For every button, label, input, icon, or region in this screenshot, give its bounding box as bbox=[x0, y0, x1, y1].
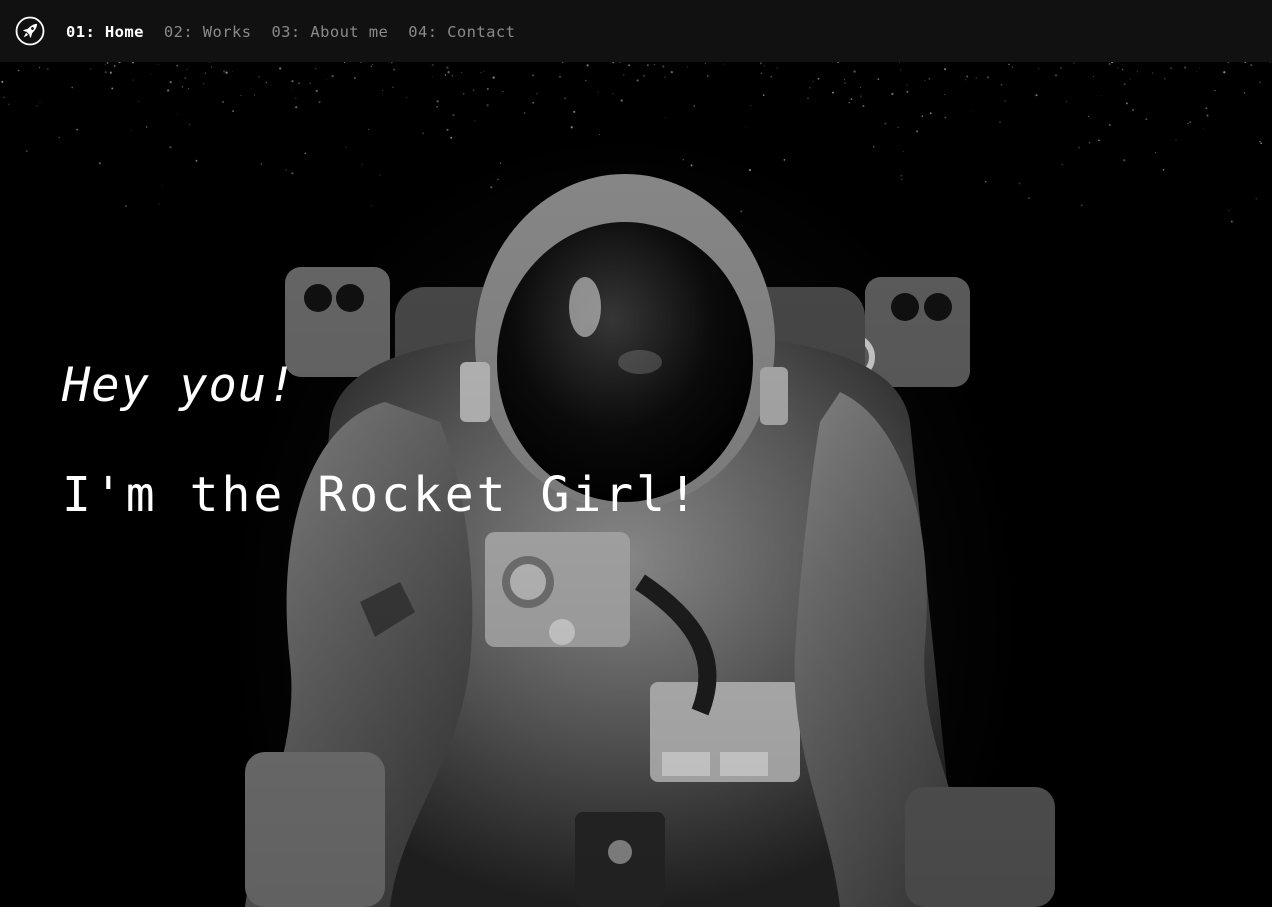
hero-section: Hey you! I'm the Rocket Girl! bbox=[0, 62, 1272, 907]
nav-link-home[interactable]: 01: Home bbox=[66, 23, 144, 41]
nav-link-works[interactable]: 02: Works bbox=[164, 23, 252, 41]
hero-greeting: Hey you! bbox=[62, 358, 297, 413]
top-navbar: 01: Home 02: Works 03: About me 04: Cont… bbox=[0, 0, 1272, 62]
nav-menu: 01: Home 02: Works 03: About me 04: Cont… bbox=[66, 22, 515, 41]
rocket-logo-icon[interactable] bbox=[15, 16, 45, 46]
hero-text-block: Hey you! I'm the Rocket Girl! bbox=[62, 362, 700, 519]
hero-intro-heading: I'm the Rocket Girl! bbox=[62, 467, 700, 523]
nav-link-about-me[interactable]: 03: About me bbox=[271, 23, 388, 41]
nav-link-contact[interactable]: 04: Contact bbox=[408, 23, 515, 41]
